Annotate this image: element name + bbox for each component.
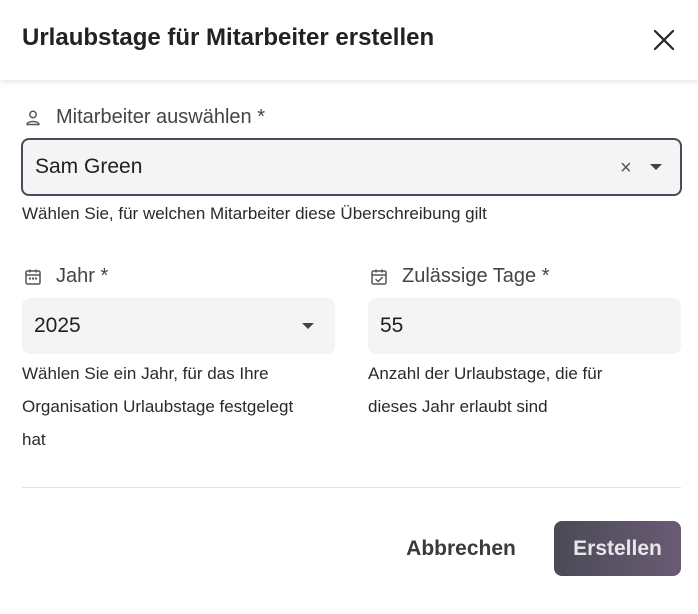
employee-select-value: Sam Green — [35, 155, 143, 178]
employee-field-label: Mitarbeiter auswählen * — [24, 106, 265, 129]
close-icon — [653, 29, 675, 51]
days-label-text: Zulässige Tage * — [402, 265, 550, 287]
year-select[interactable]: 2025 — [22, 298, 335, 354]
year-field-label: Jahr * — [24, 265, 108, 288]
clear-selection-icon[interactable]: × — [620, 158, 632, 178]
cancel-button[interactable]: Abbrechen — [392, 526, 530, 572]
employee-label-text: Mitarbeiter auswählen * — [56, 106, 265, 128]
days-helper-line: Anzahl der Urlaubstage, die für — [368, 364, 603, 383]
dialog-header: Urlaubstage für Mitarbeiter erstellen — [0, 0, 698, 80]
dialog-title: Urlaubstage für Mitarbeiter erstellen — [22, 24, 435, 51]
person-icon — [24, 109, 42, 127]
chevron-down-icon[interactable] — [650, 164, 662, 170]
days-input-value: 55 — [380, 314, 404, 337]
year-helper-line: Organisation Urlaubstage festgelegt — [22, 397, 294, 416]
year-helper-text: Wählen Sie ein Jahr, für das Ihre Organi… — [22, 357, 293, 456]
year-helper-line: Wählen Sie ein Jahr, für das Ihre — [22, 364, 269, 383]
chevron-down-icon[interactable] — [302, 323, 314, 329]
calendar-icon — [24, 268, 42, 286]
year-select-value: 2025 — [34, 314, 81, 337]
footer-divider — [22, 487, 681, 488]
employee-helper-text: Wählen Sie, für welchen Mitarbeiter dies… — [22, 204, 487, 223]
create-button[interactable]: Erstellen — [554, 521, 681, 576]
calendar-check-icon — [370, 268, 388, 286]
employee-select[interactable]: Sam Green × — [21, 138, 682, 196]
days-field-label: Zulässige Tage * — [370, 265, 550, 288]
year-helper-line: hat — [22, 430, 46, 449]
days-helper-line: dieses Jahr erlaubt sind — [368, 397, 548, 416]
days-helper-text: Anzahl der Urlaubstage, die für dieses J… — [368, 357, 602, 423]
year-label-text: Jahr * — [56, 265, 109, 287]
days-input[interactable]: 55 — [368, 298, 681, 354]
close-button[interactable] — [650, 26, 678, 54]
